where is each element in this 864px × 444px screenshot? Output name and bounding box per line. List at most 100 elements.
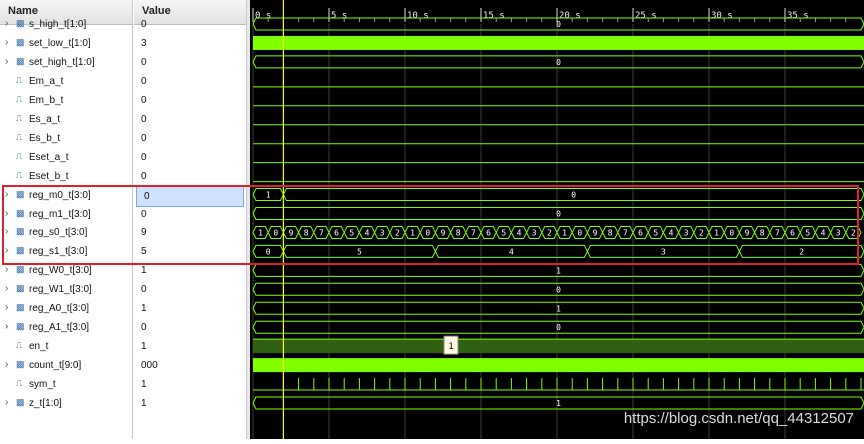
signal-value-panel: Value 0 3 0 0 0 0 0 0 0 0 0 9 5 1 0 1 0 1 000 1 1 bbox=[134, 0, 247, 439]
signal-row[interactable]: › ▩ count_t[9:0] bbox=[0, 356, 132, 375]
chevron-right-icon[interactable]: › bbox=[5, 359, 8, 370]
signal-name: Eset_a_t bbox=[29, 151, 69, 163]
signal-value-row[interactable]: 0 bbox=[134, 53, 246, 72]
bus-value-label: 0 bbox=[556, 285, 561, 294]
waveform-viewer[interactable]: 0 s5 s 10 s 15 s 20 s 25 s 30 s 35 s0010010987… bbox=[250, 0, 864, 439]
bus-value-label: 4 bbox=[509, 247, 514, 256]
signal-row[interactable]: › ▩ reg_s1_t[3:0] bbox=[0, 242, 132, 261]
signal-value-row[interactable]: 1 bbox=[134, 261, 246, 280]
chevron-right-icon[interactable]: › bbox=[5, 18, 8, 29]
bus-value-label: 0 bbox=[425, 228, 430, 237]
signal-row[interactable]: › ▩ reg_A1_t[3:0] bbox=[0, 318, 132, 337]
bus-value-label: 9 bbox=[593, 228, 598, 237]
signal-value-row[interactable]: 3 bbox=[134, 34, 246, 53]
bus-value-label: 6 bbox=[334, 228, 339, 237]
bus-value-label: 4 bbox=[365, 228, 370, 237]
signal-row[interactable]: › ▩ reg_W1_t[3:0] bbox=[0, 280, 132, 299]
signal-value-row[interactable]: 0 bbox=[134, 318, 246, 337]
signal-value-row[interactable]: 1 bbox=[134, 337, 246, 356]
chevron-right-icon[interactable]: › bbox=[5, 302, 8, 313]
signal-name: set_low_t[1:0] bbox=[29, 37, 91, 49]
signal-value-row[interactable]: 1 bbox=[134, 375, 246, 394]
bus-value-label: 1 bbox=[258, 228, 263, 237]
chevron-right-icon[interactable]: › bbox=[5, 208, 8, 219]
bus-value-label: 2 bbox=[395, 228, 400, 237]
signal-row[interactable]: ⎍ Es_b_t bbox=[0, 129, 132, 148]
chevron-right-icon[interactable]: › bbox=[5, 245, 8, 256]
bus-value-label: 7 bbox=[319, 228, 324, 237]
chevron-right-icon[interactable]: › bbox=[5, 189, 8, 200]
signal-value-row[interactable]: 0 bbox=[134, 72, 246, 91]
bus-value-label: 5 bbox=[357, 247, 362, 256]
bus-signal-icon: ▩ bbox=[16, 321, 25, 332]
signal-row[interactable]: ⎍ sym_t bbox=[0, 375, 132, 394]
bus-value-label: 2 bbox=[699, 228, 704, 237]
bus-value-label: 0 bbox=[266, 247, 271, 256]
chevron-right-icon[interactable]: › bbox=[5, 397, 8, 408]
chevron-right-icon[interactable]: › bbox=[5, 56, 8, 67]
bus-value-label: 8 bbox=[456, 228, 461, 237]
bus-value-label: 2 bbox=[799, 247, 804, 256]
signal-row[interactable]: ⎍ Em_a_t bbox=[0, 72, 132, 91]
signal-name: Em_b_t bbox=[29, 94, 64, 106]
bus-value-label: 1 bbox=[556, 304, 561, 313]
ruler-tick-label: 35 s bbox=[787, 11, 809, 21]
signal-row[interactable]: › ▩ reg_m0_t[3:0] bbox=[0, 186, 132, 205]
signal-value-row[interactable]: 0 bbox=[134, 91, 246, 110]
signal-value-row[interactable]: 0 bbox=[136, 185, 244, 207]
signal-row[interactable]: ⎍ en_t bbox=[0, 337, 132, 356]
chevron-right-icon[interactable]: › bbox=[5, 283, 8, 294]
signal-value-row[interactable]: 0 bbox=[134, 167, 246, 186]
bus-value-label: 1 bbox=[556, 266, 561, 275]
signal-row[interactable]: › ▩ reg_A0_t[3:0] bbox=[0, 299, 132, 318]
signal-row[interactable]: › ▩ reg_s0_t[3:0] bbox=[0, 223, 132, 242]
bus-value-label: 1 bbox=[714, 228, 719, 237]
bus-value-label: 8 bbox=[608, 228, 613, 237]
signal-name-panel: Name › ▩ s_high_t[1:0] › ▩ set_low_t[1:0] › ▩ se… bbox=[0, 0, 133, 439]
bit-signal-icon: ⎍ bbox=[16, 93, 23, 104]
filled-bus-bar bbox=[253, 35, 864, 50]
signal-row[interactable]: ⎍ Eset_a_t bbox=[0, 148, 132, 167]
bus-signal-icon: ▩ bbox=[16, 359, 25, 370]
signal-value-row[interactable]: 9 bbox=[134, 223, 246, 242]
signal-row[interactable]: ⎍ Eset_b_t bbox=[0, 167, 132, 186]
signal-value-row[interactable]: 0 bbox=[134, 15, 246, 34]
chevron-right-icon[interactable]: › bbox=[5, 264, 8, 275]
signal-value: 9 bbox=[141, 227, 147, 239]
waveform-canvas[interactable]: 0 s5 s 10 s 15 s 20 s 25 s 30 s 35 s001 001 0 9 8 7… bbox=[250, 0, 864, 439]
bus-signal-icon: ▩ bbox=[16, 226, 25, 237]
signal-value-row[interactable]: 0 bbox=[134, 110, 246, 129]
signal-row[interactable]: › ▩ set_low_t[1:0] bbox=[0, 34, 132, 53]
signal-value: 1 bbox=[141, 341, 147, 353]
signal-row[interactable]: › ▩ reg_m1_t[3:0] bbox=[0, 205, 132, 224]
chevron-right-icon[interactable]: › bbox=[5, 37, 8, 48]
signal-value-row[interactable]: 0 bbox=[134, 280, 246, 299]
bus-signal-icon: ▩ bbox=[16, 302, 25, 313]
bus-value-label: 4 bbox=[669, 228, 674, 237]
signal-row[interactable]: › ▩ reg_W0_t[3:0] bbox=[0, 261, 132, 280]
signal-value-row[interactable]: 0 bbox=[134, 205, 246, 224]
signal-value-row[interactable]: 000 bbox=[134, 356, 246, 375]
signal-row[interactable]: ⎍ Es_a_t bbox=[0, 110, 132, 129]
signal-row[interactable]: › ▩ set_high_t[1:0] bbox=[0, 53, 132, 72]
signal-value-row[interactable]: 0 bbox=[134, 148, 246, 167]
bus-value-label: 4 bbox=[821, 228, 826, 237]
chevron-right-icon[interactable]: › bbox=[5, 321, 8, 332]
signal-value: 5 bbox=[141, 246, 147, 258]
bus-value-label: 9 bbox=[745, 228, 750, 237]
signal-name: reg_m0_t[3:0] bbox=[29, 189, 91, 201]
chevron-right-icon[interactable]: › bbox=[5, 226, 8, 237]
signal-row[interactable]: › ▩ s_high_t[1:0] bbox=[0, 15, 132, 34]
bus-value-label: 6 bbox=[638, 228, 643, 237]
signal-value-row[interactable]: 5 bbox=[134, 242, 246, 261]
bus-signal-icon: ▩ bbox=[16, 36, 25, 47]
signal-value-row[interactable]: 1 bbox=[134, 299, 246, 318]
bus-value-label: 0 bbox=[556, 20, 561, 29]
signal-name: en_t bbox=[29, 341, 49, 353]
signal-value-row[interactable]: 0 bbox=[134, 129, 246, 148]
bus-value-label: 4 bbox=[517, 228, 522, 237]
signal-value-row[interactable]: 1 bbox=[134, 394, 246, 413]
bus-signal-icon: ▩ bbox=[16, 188, 25, 199]
signal-row[interactable]: ⎍ Em_b_t bbox=[0, 91, 132, 110]
signal-row[interactable]: › ▩ z_t[1:0] bbox=[0, 394, 132, 413]
